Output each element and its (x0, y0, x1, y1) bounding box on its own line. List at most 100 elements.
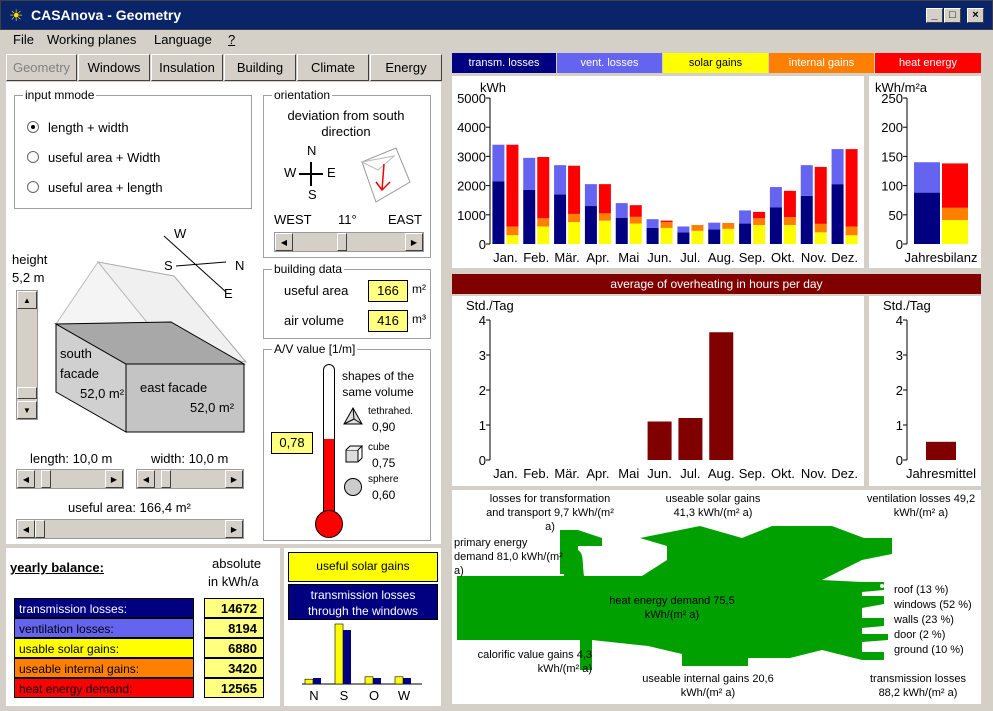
menu-language[interactable]: Language (154, 32, 212, 47)
y-tick-label: 3 (479, 348, 486, 363)
width-slider[interactable]: ◀ ▶ (136, 469, 244, 489)
x-tick-label: Mär. (554, 466, 579, 481)
bar-segment (708, 229, 721, 244)
bar-segment (708, 222, 721, 230)
overheat-bar (647, 421, 672, 460)
house-compass-e: E (224, 286, 233, 301)
tab-geometry[interactable]: Geometry (6, 54, 77, 81)
width-left-button[interactable]: ◀ (137, 470, 155, 488)
bar-segment (629, 216, 642, 224)
slider-thumb[interactable] (337, 233, 347, 251)
area-left-button[interactable]: ◀ (17, 520, 35, 538)
house-compass-w: W (174, 226, 187, 241)
length-thumb[interactable] (41, 470, 51, 488)
bar-segment (800, 165, 813, 196)
building-data-group: building data useful area 166 m² air vol… (263, 262, 431, 339)
av-value-group: A/V value [1/m] 0,78 shapes of the same … (263, 342, 431, 541)
y-tick-label: 3 (896, 348, 903, 363)
y-tick-label: 0 (896, 237, 903, 252)
y-tick-label: 250 (881, 91, 903, 106)
compass-n: N (307, 143, 317, 158)
useful-area-label: useful area (284, 283, 349, 298)
bar-segment (506, 235, 519, 244)
height-thumb[interactable] (17, 387, 37, 399)
slider-left-button[interactable]: ◀ (275, 233, 293, 251)
x-tick-label: Nov. (801, 250, 827, 265)
length-right-button[interactable]: ▶ (105, 470, 123, 488)
x-tick-label: Mai (618, 466, 639, 481)
window-dir-label: S (340, 688, 349, 703)
tab-energy[interactable]: Energy (370, 54, 442, 81)
input-mode-group: input mmode length + width useful area +… (14, 88, 252, 209)
minimize-button[interactable]: _ (926, 8, 943, 23)
yearly-row-value: 8194 (204, 618, 264, 638)
bar-segment (598, 184, 611, 214)
orientation-house-icon (360, 147, 411, 203)
tab-climate[interactable]: Climate (297, 54, 369, 81)
useful-area-label-bottom: useful area: 166,4 m² (68, 500, 191, 515)
bar-segment (523, 189, 536, 244)
yearly-row-label: heat energy demand: (14, 678, 194, 698)
orientation-slider[interactable]: ◀ ▶ (274, 232, 424, 252)
menu-working-planes[interactable]: Working planes (47, 32, 136, 47)
window-dir-label: N (309, 688, 318, 703)
sankey-primary: primary energy demand 81,0 kWh/(m² a) (454, 537, 563, 577)
x-tick-label: Jahresmittel (906, 466, 976, 481)
length-slider[interactable]: ◀ ▶ (16, 469, 124, 489)
height-value: 5,2 m (12, 270, 45, 285)
menu-help[interactable]: ? (228, 32, 235, 47)
width-thumb[interactable] (161, 470, 171, 488)
radio-length-width-label[interactable]: length + width (48, 120, 129, 135)
useful-area-slider[interactable]: ◀ ▶ (16, 519, 244, 539)
yearly-balance-table: transmission losses: 14672 ventilation los… (14, 598, 270, 698)
input-mode-title: input mmode (23, 88, 97, 102)
radio-length-width[interactable] (27, 121, 39, 133)
energy-chart-panel: kWh 0 1000 2000 3000 4000 5000 Jan. Feb. Mär. Apr.… (452, 76, 864, 268)
bar-segment (814, 166, 827, 224)
y-tick-label: 1 (479, 418, 486, 433)
x-tick-label: Jun. (647, 466, 672, 481)
x-tick-label: Sep. (739, 466, 766, 481)
area-right-button[interactable]: ▶ (225, 520, 243, 538)
width-label: width: 10,0 m (151, 451, 229, 466)
width-right-button[interactable]: ▶ (225, 470, 243, 488)
bar-segment (598, 220, 611, 244)
x-tick-label: Aug. (708, 250, 735, 265)
maximize-button[interactable]: □ (944, 8, 961, 23)
radio-area-width[interactable] (27, 151, 39, 163)
close-button[interactable]: × (967, 8, 984, 23)
area-thumb[interactable] (35, 520, 45, 538)
bar-segment (506, 226, 519, 236)
bar-segment (646, 219, 659, 228)
yearly-balance-panel: yearly balance: absolute in kWh/a transm… (6, 548, 280, 706)
x-tick-label: Nov. (801, 466, 827, 481)
tab-building[interactable]: Building (224, 54, 296, 81)
height-label: height (12, 252, 48, 267)
app-sun-icon: ☀ (9, 8, 24, 25)
bar-segment (942, 163, 968, 208)
tab-insulation[interactable]: Insulation (151, 54, 223, 81)
bar-segment (845, 149, 858, 227)
x-tick-label: Jul. (680, 250, 700, 265)
annual-energy-panel: kWh/m²a 0 50 100 150 200 250 Jahresbilanz (869, 76, 981, 268)
slider-right-button[interactable]: ▶ (405, 233, 423, 251)
bar-segment (568, 222, 581, 244)
compass-e: E (327, 165, 336, 180)
tab-windows[interactable]: Windows (78, 54, 150, 81)
height-up-button[interactable]: ▲ (17, 291, 37, 309)
compass-cross-icon (299, 162, 323, 186)
solar-bar (334, 623, 344, 685)
height-down-button[interactable]: ▼ (17, 401, 37, 419)
x-tick-label: Feb. (523, 250, 549, 265)
bar-segment (769, 187, 782, 208)
solar-bar (364, 676, 374, 685)
menu-file[interactable]: File (13, 32, 34, 47)
length-left-button[interactable]: ◀ (17, 470, 35, 488)
sankey-ventilation: ventilation losses 49,2 kWh/(m² a) (866, 493, 976, 519)
radio-area-length[interactable] (27, 181, 39, 193)
radio-area-length-label[interactable]: useful area + length (48, 180, 163, 195)
sphere-label: sphere (368, 474, 399, 485)
height-scrollbar[interactable]: ▲ ▼ (16, 290, 38, 420)
solar-bar (394, 676, 404, 685)
radio-area-width-label[interactable]: useful area + Width (48, 150, 160, 165)
